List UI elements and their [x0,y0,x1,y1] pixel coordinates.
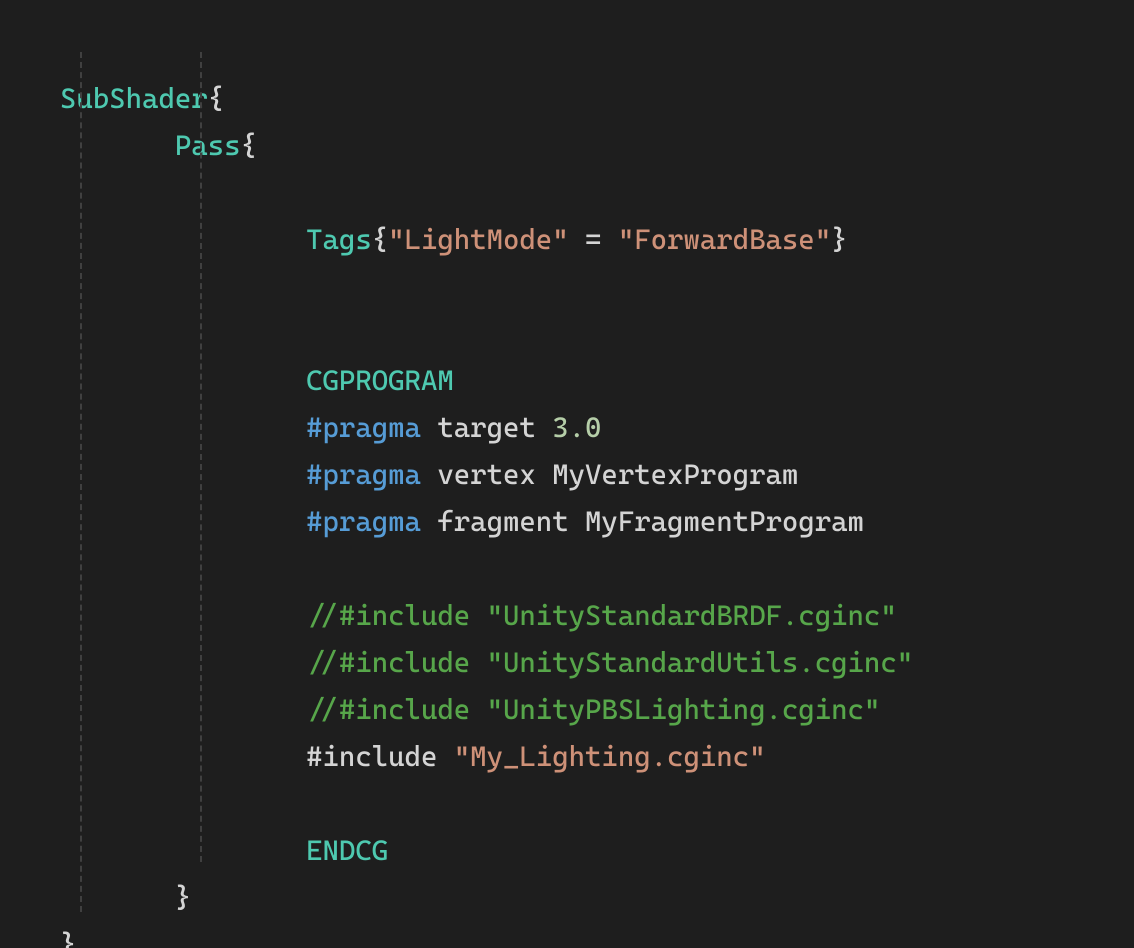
pragma-vertex-name: MyVertexProgram [552,458,798,491]
include-path: "My_Lighting.cginc" [454,740,766,773]
brace-open: { [208,82,224,115]
comment-include: //#include "UnityPBSLighting.cginc" [306,693,880,726]
pragma: #pragma [306,411,421,444]
pragma: #pragma [306,458,421,491]
string-lightmode-value: "ForwardBase" [618,223,831,256]
comment-include: //#include "UnityStandardBRDF.cginc" [306,599,897,632]
include-directive: #include [306,740,437,773]
pragma-target: target [437,411,535,444]
pragma-fragment: fragment [437,505,568,538]
pragma-vertex: vertex [437,458,535,491]
code-block: SubShader{ Pass{ Tags{"LightMode" = "For… [0,0,1134,948]
pragma-fragment-name: MyFragmentProgram [585,505,864,538]
brace-close: } [60,928,76,948]
keyword-cgprogram: CGPROGRAM [306,364,454,397]
indent-guide [200,52,202,862]
string-lightmode-key: "LightMode" [388,223,568,256]
keyword-subshader: SubShader [60,82,208,115]
brace-open: { [372,223,388,256]
keyword-endcg: ENDCG [306,834,388,867]
brace-open: { [240,129,256,162]
brace-close: } [175,881,191,914]
comment-include: //#include "UnityStandardUtils.cginc" [306,646,913,679]
equals: = [585,223,601,256]
keyword-pass: Pass [175,129,241,162]
pragma-version: 3.0 [552,411,601,444]
pragma: #pragma [306,505,421,538]
keyword-tags: Tags [306,223,372,256]
brace-close: } [831,223,847,256]
indent-guide [80,52,82,912]
